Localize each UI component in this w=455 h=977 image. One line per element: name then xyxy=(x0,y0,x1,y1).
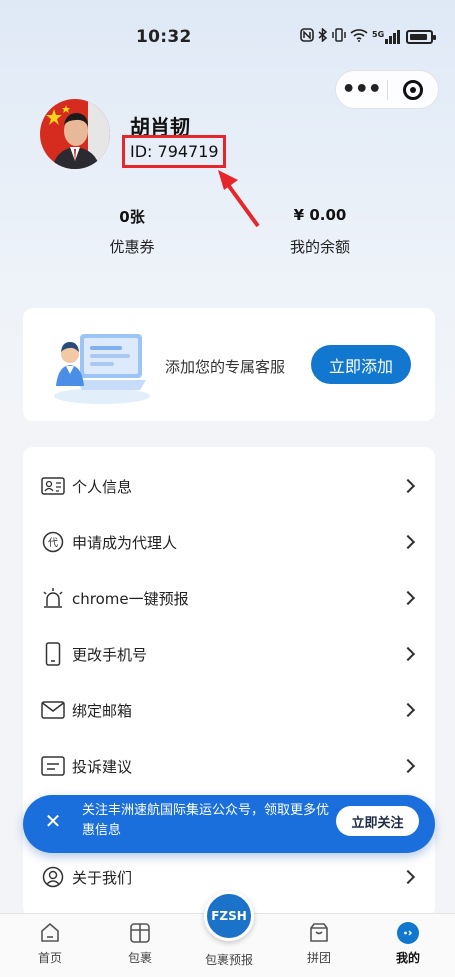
menu-item-chrome-forecast[interactable]: chrome一键预报 xyxy=(23,570,435,626)
package-icon xyxy=(127,920,153,946)
profile-icon xyxy=(395,920,421,946)
add-service-button[interactable]: 立即添加 xyxy=(311,345,411,384)
avatar[interactable] xyxy=(40,99,110,169)
battery-icon xyxy=(406,29,437,44)
menu-item-personal-info[interactable]: 个人信息 xyxy=(23,458,435,514)
user-id: ID: 794719 xyxy=(130,142,219,161)
menu-item-bind-email[interactable]: 绑定邮箱 xyxy=(23,682,435,738)
customer-service-illustration xyxy=(54,334,150,404)
chevron-right-icon xyxy=(400,869,416,885)
signal-icon: 5G xyxy=(372,29,401,44)
alarm-light-icon xyxy=(41,586,65,610)
close-miniprogram-button[interactable] xyxy=(387,79,438,100)
fzsh-logo[interactable]: FZSH xyxy=(204,891,254,941)
tab-group-buy[interactable]: 拼团 xyxy=(284,920,354,966)
follow-button[interactable]: 立即关注 xyxy=(336,806,419,836)
menu-label: 投诉建议 xyxy=(72,757,133,776)
svg-text:代: 代 xyxy=(48,537,58,549)
bluetooth-icon xyxy=(318,27,328,45)
coupon-label[interactable]: 优惠券 xyxy=(72,236,192,257)
menu-label: 绑定邮箱 xyxy=(72,701,133,720)
menu-label: 关于我们 xyxy=(72,868,133,887)
menu-label: 更改手机号 xyxy=(72,645,148,664)
user-circle-icon xyxy=(41,865,65,889)
tab-label: 包裹 xyxy=(127,951,152,965)
home-icon xyxy=(37,920,63,946)
close-icon[interactable]: ✕ xyxy=(43,811,63,831)
chevron-right-icon xyxy=(400,646,416,662)
chevron-right-icon xyxy=(400,478,416,494)
mail-icon xyxy=(41,698,65,722)
balance-value: ¥ 0.00 xyxy=(293,206,347,224)
wifi-icon xyxy=(350,28,368,45)
network-type: 5G xyxy=(372,29,385,39)
nfc-icon xyxy=(300,28,314,45)
feedback-icon xyxy=(41,754,65,778)
more-options-icon[interactable]: ••• xyxy=(336,78,387,100)
balance-label[interactable]: 我的余额 xyxy=(260,236,380,257)
tab-package-forecast[interactable]: 包裹预报 xyxy=(194,948,264,968)
phone-icon xyxy=(41,642,65,666)
menu-item-change-phone[interactable]: 更改手机号 xyxy=(23,626,435,682)
vibrate-icon xyxy=(332,28,346,45)
coupon-count: 0张 xyxy=(119,208,145,226)
chevron-right-icon xyxy=(400,758,416,774)
tab-home[interactable]: 首页 xyxy=(15,920,85,966)
target-icon xyxy=(402,79,423,100)
tab-label: 我的 xyxy=(395,951,420,965)
tab-package[interactable]: 包裹 xyxy=(105,920,175,966)
group-buy-icon xyxy=(306,920,332,946)
menu-label: 个人信息 xyxy=(72,477,133,496)
id-card-icon xyxy=(41,474,65,498)
tab-label: 首页 xyxy=(37,951,62,965)
tab-label: 拼团 xyxy=(306,951,331,965)
menu-label: chrome一键预报 xyxy=(72,589,189,608)
menu-label: 申请成为代理人 xyxy=(72,533,178,552)
status-time: 10:32 xyxy=(136,27,192,47)
service-description: 添加您的专属客服 xyxy=(165,358,286,376)
chevron-right-icon xyxy=(400,534,416,550)
agent-icon: 代 xyxy=(41,530,65,554)
banner-text: 关注丰洲速航国际集运公众号，领取更多优惠信息 xyxy=(82,803,330,838)
tab-label: 包裹预报 xyxy=(204,953,253,967)
tab-mine[interactable]: 我的 xyxy=(373,920,443,966)
chevron-right-icon xyxy=(400,702,416,718)
status-icons: 5G xyxy=(300,27,437,45)
menu-item-feedback[interactable]: 投诉建议 xyxy=(23,738,435,794)
menu-item-become-agent[interactable]: 代 申请成为代理人 xyxy=(23,514,435,570)
chevron-right-icon xyxy=(400,590,416,606)
red-arrow-annotation xyxy=(218,170,260,228)
miniprogram-capsule: ••• xyxy=(335,70,439,109)
